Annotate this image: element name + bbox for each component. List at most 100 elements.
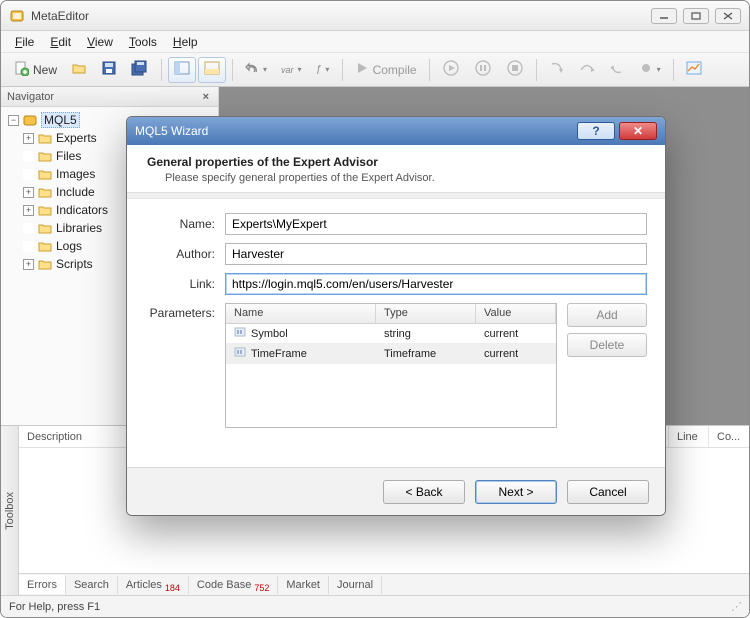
step-out-icon: [609, 61, 625, 78]
expand-icon[interactable]: +: [23, 205, 34, 216]
insert-var-button[interactable]: var▾: [275, 57, 308, 83]
mql5-icon: [23, 113, 37, 127]
wizard-footer: < Back Next > Cancel: [127, 467, 665, 515]
menu-help[interactable]: Help: [165, 32, 206, 52]
param-row[interactable]: TimeFrameTimeframecurrent: [226, 344, 556, 364]
delete-button[interactable]: Delete: [567, 333, 647, 357]
navigator-close-button[interactable]: ×: [200, 91, 212, 103]
tab-journal[interactable]: Journal: [329, 576, 382, 594]
app-window: MetaEditor File Edit View Tools Help New…: [0, 0, 750, 618]
toolbar-separator: [342, 59, 343, 81]
param-name-cell: TimeFrame: [226, 344, 376, 363]
col-co[interactable]: Co...: [709, 426, 749, 447]
name-field[interactable]: [225, 213, 647, 235]
label-name: Name:: [145, 217, 225, 231]
toolbar: New ▾ var▾ ƒ▾ Compile ▾: [1, 53, 749, 87]
step-into-button[interactable]: [543, 57, 571, 83]
debug-stop-button[interactable]: [500, 57, 530, 83]
expand-icon[interactable]: +: [23, 187, 34, 198]
author-field[interactable]: [225, 243, 647, 265]
parameters-table[interactable]: Name Type Value SymbolstringcurrentTimeF…: [225, 303, 557, 428]
tab-search[interactable]: Search: [66, 576, 118, 594]
folder-icon: [38, 241, 52, 252]
save-button[interactable]: [95, 57, 123, 83]
step-over-button[interactable]: [573, 57, 601, 83]
toggle-navigator-button[interactable]: [168, 57, 196, 83]
tree-root-label: MQL5: [41, 112, 80, 128]
panel-bottom-icon: [204, 60, 220, 79]
folder-icon: [38, 133, 52, 144]
breakpoint-button[interactable]: ▾: [633, 57, 667, 83]
chart-icon: [686, 61, 702, 78]
wizard-subheading: Please specify general properties of the…: [147, 172, 645, 184]
tab-errors[interactable]: Errors: [19, 575, 66, 594]
menu-tools[interactable]: Tools: [121, 32, 165, 52]
new-file-icon: [13, 60, 29, 79]
compile-icon: [355, 61, 369, 78]
step-out-button[interactable]: [603, 57, 631, 83]
param-type-cell: string: [376, 324, 476, 343]
folder-icon: [38, 205, 52, 216]
toolbar-separator: [673, 59, 674, 81]
param-name: TimeFrame: [251, 348, 307, 360]
undo-button[interactable]: ▾: [239, 57, 273, 83]
minimize-button[interactable]: [651, 8, 677, 24]
param-row[interactable]: Symbolstringcurrent: [226, 324, 556, 344]
wizard-dialog: MQL5 Wizard ? ✕ General properties of th…: [126, 116, 666, 516]
param-header-row: Name Type Value: [226, 304, 556, 324]
folder-icon: [38, 259, 52, 270]
expand-icon[interactable]: +: [23, 259, 34, 270]
param-name: Symbol: [251, 328, 288, 340]
toolbar-separator: [232, 59, 233, 81]
param-header-type[interactable]: Type: [376, 304, 476, 323]
wizard-close-button[interactable]: ✕: [619, 122, 657, 140]
resize-grip-icon[interactable]: ⋰: [731, 600, 741, 613]
param-name-cell: Symbol: [226, 324, 376, 343]
col-line[interactable]: Line: [669, 426, 709, 447]
label-link: Link:: [145, 277, 225, 291]
expand-icon[interactable]: +: [23, 133, 34, 144]
breakpoint-icon: [639, 61, 653, 78]
open-folder-icon: [71, 60, 87, 79]
new-button[interactable]: New: [7, 57, 63, 83]
debug-start-button[interactable]: [436, 57, 466, 83]
add-button[interactable]: Add: [567, 303, 647, 327]
compile-button[interactable]: Compile: [349, 57, 423, 83]
wizard-titlebar[interactable]: MQL5 Wizard ? ✕: [127, 117, 665, 145]
tree-item-label: Indicators: [56, 203, 108, 217]
wizard-help-button[interactable]: ?: [577, 122, 615, 140]
folder-icon: [38, 169, 52, 180]
menu-edit[interactable]: Edit: [42, 32, 79, 52]
new-button-label: New: [33, 63, 57, 77]
param-header-value[interactable]: Value: [476, 304, 556, 323]
terminal-button[interactable]: [680, 57, 708, 83]
statusbar: For Help, press F1 ⋰: [1, 595, 749, 617]
close-button[interactable]: [715, 8, 741, 24]
menu-file[interactable]: File: [7, 32, 42, 52]
collapse-icon[interactable]: −: [8, 115, 19, 126]
param-buttons: Add Delete: [567, 303, 647, 428]
menu-view[interactable]: View: [79, 32, 121, 52]
param-header-name[interactable]: Name: [226, 304, 376, 323]
tab-codebase[interactable]: Code Base752: [189, 576, 278, 594]
cancel-button[interactable]: Cancel: [567, 480, 649, 504]
next-button[interactable]: Next >: [475, 480, 557, 504]
insert-func-button[interactable]: ƒ▾: [310, 57, 336, 83]
debug-pause-button[interactable]: [468, 57, 498, 83]
toggle-toolbox-button[interactable]: [198, 57, 226, 83]
pause-circle-icon: [474, 59, 492, 80]
open-button[interactable]: [65, 57, 93, 83]
tab-articles[interactable]: Articles184: [118, 576, 189, 594]
tab-market[interactable]: Market: [278, 576, 329, 594]
tree-item-label: Files: [56, 149, 81, 163]
codebase-count: 752: [254, 583, 269, 593]
undo-icon: [245, 61, 259, 78]
toolbox-side-tab[interactable]: Toolbox: [1, 426, 19, 595]
param-icon: [234, 326, 246, 341]
maximize-button[interactable]: [683, 8, 709, 24]
save-all-button[interactable]: [125, 57, 155, 83]
panel-left-icon: [174, 60, 190, 79]
back-button[interactable]: < Back: [383, 480, 465, 504]
link-field[interactable]: [225, 273, 647, 295]
label-author: Author:: [145, 247, 225, 261]
